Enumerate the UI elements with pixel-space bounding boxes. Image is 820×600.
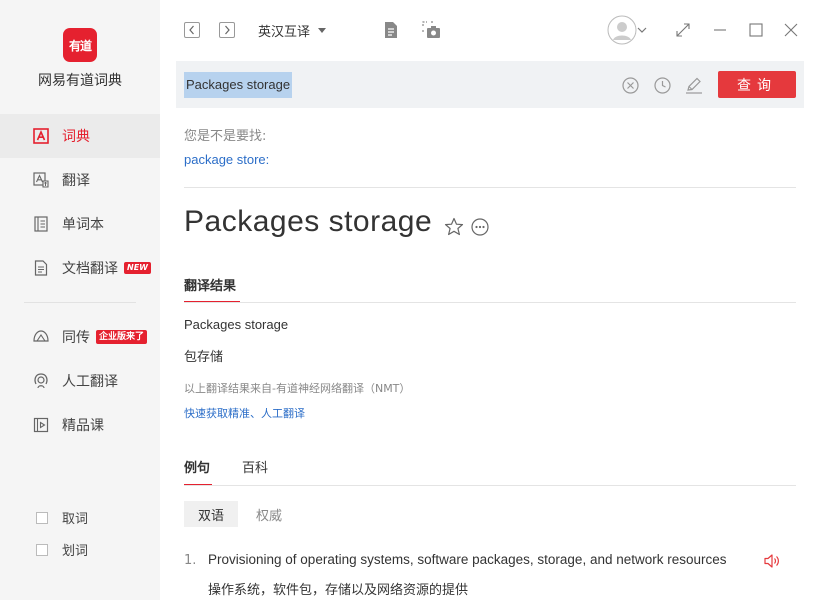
speaker-button[interactable] xyxy=(763,552,781,570)
pen-icon xyxy=(686,77,702,94)
handwriting-button[interactable] xyxy=(685,76,703,94)
sidebar-item-course[interactable]: 精品课 xyxy=(0,403,160,447)
document-button[interactable] xyxy=(381,20,401,40)
sidebar-divider xyxy=(24,302,136,303)
divider xyxy=(184,187,796,188)
document-icon xyxy=(32,259,50,277)
subtab-bilingual[interactable]: 双语 xyxy=(184,501,238,527)
speaker-icon xyxy=(764,554,779,568)
maximize-button[interactable] xyxy=(746,20,766,40)
search-bar: Packages storage 查询 xyxy=(176,61,804,108)
clear-search-button[interactable] xyxy=(621,76,639,94)
star-icon xyxy=(444,217,464,236)
divider xyxy=(184,302,796,303)
suggestion-label: 您是不是要找: xyxy=(184,129,267,144)
dictionary-icon xyxy=(32,127,50,145)
sidebar-item-label: 精品课 xyxy=(62,418,104,434)
language-select[interactable]: 英汉互译 xyxy=(258,21,327,40)
translation-target: 包存储 xyxy=(184,350,224,365)
checkbox-label: 取词 xyxy=(62,512,89,527)
course-icon xyxy=(32,416,50,434)
sidebar-item-label: 翻译 xyxy=(62,173,90,189)
maximize-icon xyxy=(749,23,763,37)
tab-example-sentences[interactable]: 例句 xyxy=(184,457,210,476)
page-title: Packages storage xyxy=(184,205,433,238)
screenshot-button[interactable] xyxy=(422,20,442,40)
divider xyxy=(184,485,796,486)
app-logo: 有道 xyxy=(63,28,97,62)
resize-icon xyxy=(676,23,690,37)
language-select-value: 英汉互译 xyxy=(258,25,311,40)
sidebar-item-label: 词典 xyxy=(62,129,90,145)
translation-source-note: 以上翻译结果来自-有道神经网络翻译（NMT） xyxy=(184,382,411,395)
sidebar-item-label: 文档翻译 xyxy=(62,261,118,277)
sidebar-item-simultaneous[interactable]: 同传 企业版来了 xyxy=(0,315,160,359)
minimize-button[interactable] xyxy=(710,20,730,40)
checkbox-box[interactable] xyxy=(36,543,48,556)
minimize-icon xyxy=(714,29,726,31)
sidebar-item-document-translate[interactable]: 文档翻译 NEW xyxy=(0,246,160,290)
example-sentence-zh: 操作系统，软件包，存储以及网络资源的提供 xyxy=(208,583,469,598)
sidebar-item-label: 同传 xyxy=(62,330,90,346)
new-badge: NEW xyxy=(124,262,151,274)
select-word-checkbox[interactable]: 划词 xyxy=(36,540,88,559)
close-icon xyxy=(784,23,798,37)
subtab-authoritative[interactable]: 权威 xyxy=(242,501,296,527)
favorite-button[interactable] xyxy=(444,217,464,237)
clock-icon xyxy=(653,76,671,94)
more-button[interactable] xyxy=(470,217,490,237)
document-icon xyxy=(385,22,397,38)
tab-translation-result[interactable]: 翻译结果 xyxy=(184,275,236,294)
example-sentence-en: Provisioning of operating systems, softw… xyxy=(208,552,727,567)
human-translate-link[interactable]: 快速获取精准、人工翻译 xyxy=(184,405,305,421)
wordbook-icon xyxy=(32,215,50,233)
sidebar-item-dictionary[interactable]: 词典 xyxy=(0,114,160,158)
pick-word-checkbox[interactable]: 取词 xyxy=(36,508,88,527)
close-button[interactable] xyxy=(781,20,801,40)
chevron-left-icon xyxy=(189,25,194,35)
sidebar-item-label: 单词本 xyxy=(62,217,104,233)
search-button[interactable]: 查询 xyxy=(718,71,796,98)
titlebar: 英汉互译 xyxy=(160,0,820,60)
back-button[interactable] xyxy=(184,22,200,38)
translation-source: Packages storage xyxy=(184,317,289,332)
checkbox-box[interactable] xyxy=(36,511,48,524)
human-translate-icon xyxy=(32,372,50,390)
sidebar: 有道 网易有道词典 词典 翻译 单词本 文档翻译 NEW 同传 企业版来了 人工… xyxy=(0,0,160,600)
compact-mode-button[interactable] xyxy=(673,20,693,40)
translate-icon xyxy=(32,171,50,189)
example-number: 1. xyxy=(184,553,197,568)
more-icon xyxy=(471,218,489,236)
caret-down-icon xyxy=(318,28,327,33)
history-button[interactable] xyxy=(653,76,671,94)
suggestion-link[interactable]: package store: xyxy=(184,152,269,167)
forward-button[interactable] xyxy=(219,22,235,38)
clear-icon xyxy=(621,76,639,94)
enterprise-badge: 企业版来了 xyxy=(96,330,148,344)
checkbox-label: 划词 xyxy=(62,544,89,559)
screenshot-icon xyxy=(422,21,440,38)
sidebar-item-translate[interactable]: 翻译 xyxy=(0,158,160,202)
chevron-down-icon xyxy=(637,27,647,33)
chevron-right-icon xyxy=(225,25,230,35)
sidebar-item-wordbook[interactable]: 单词本 xyxy=(0,202,160,246)
sidebar-item-human-translate[interactable]: 人工翻译 xyxy=(0,359,160,403)
sidebar-item-label: 人工翻译 xyxy=(62,374,118,390)
avatar[interactable] xyxy=(607,15,637,45)
user-avatar-icon xyxy=(607,15,637,45)
tab-encyclopedia[interactable]: 百科 xyxy=(242,457,268,476)
app-name: 网易有道词典 xyxy=(38,73,122,89)
account-dropdown[interactable] xyxy=(636,20,648,40)
search-input[interactable]: Packages storage xyxy=(184,72,293,98)
simultaneous-icon xyxy=(32,328,50,346)
